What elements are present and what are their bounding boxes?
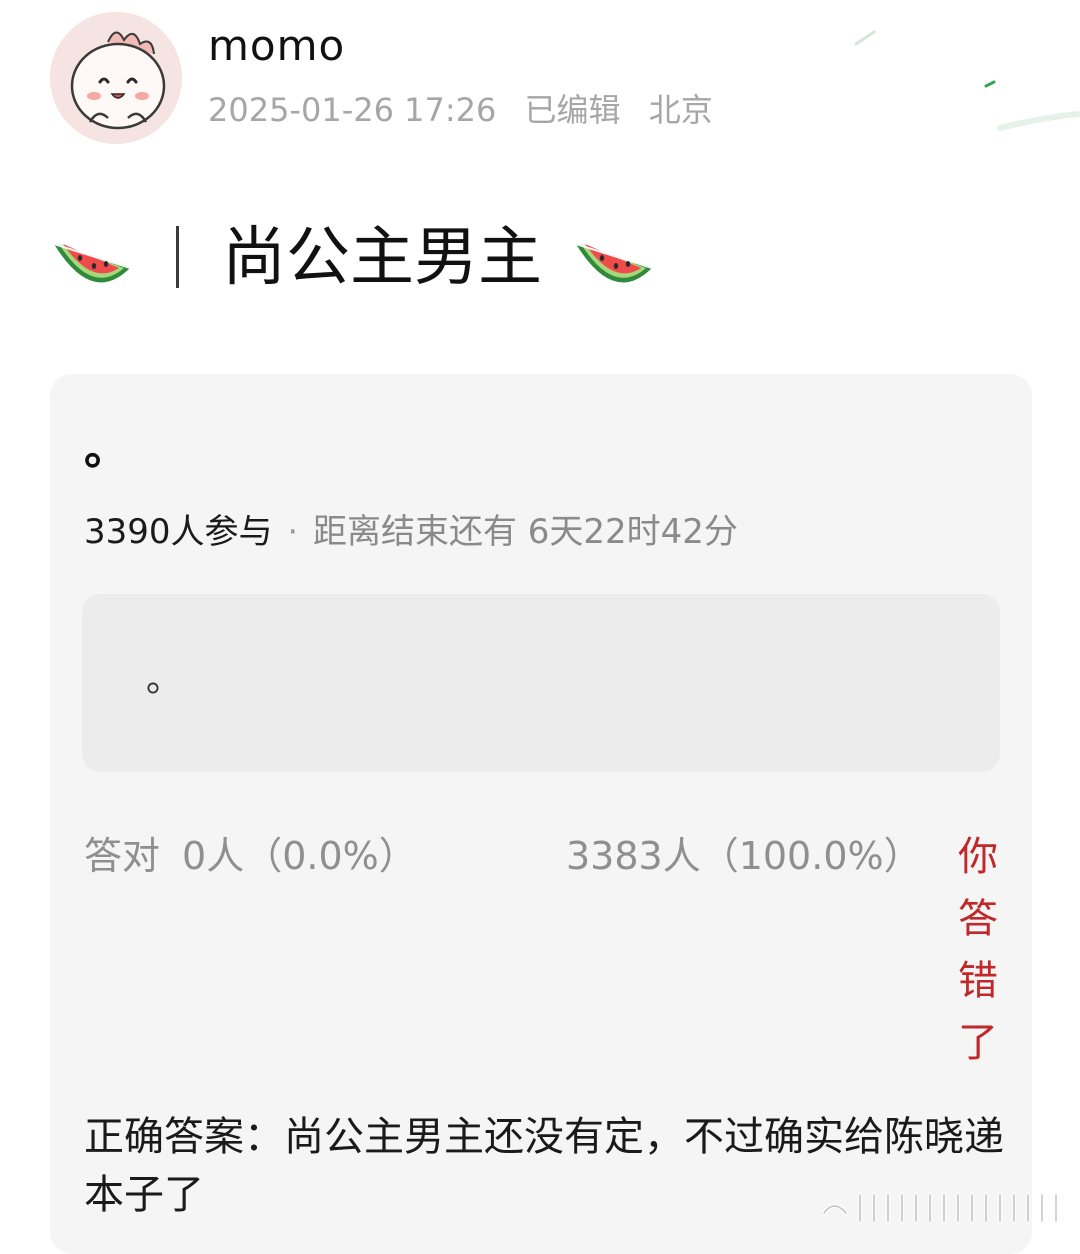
quiz-stats: 3390人参与 · 距离结束还有 6天22时42分 [84,506,738,558]
correct-result-value: 0人（0.0%） [182,834,417,878]
watermelon-icon [50,222,134,294]
author-avatar[interactable] [50,12,182,144]
stats-separator: · [287,512,299,552]
correct-result: 答对 0人（0.0%） [84,828,417,884]
quiz-card: 。 3390人参与 · 距离结束还有 6天22时42分 。 答对 0人（0.0%）… [50,374,1032,1254]
post-title: 尚公主男主 [222,221,542,295]
cartoon-dinosaur-avatar-icon [50,12,182,144]
post-location: 北京 [648,91,713,129]
post-meta: 2025-01-26 17:26 已编辑 北京 [208,86,713,134]
quiz-option[interactable]: 。 [82,594,1000,772]
watermelon-icon [572,222,656,294]
quiz-question: 。 [84,424,128,475]
participant-count: 3390人参与 [84,512,273,552]
decorative-streak [854,30,1080,131]
wrong-result-value: 3383人（100.0%） [566,834,922,878]
edited-label: 已编辑 [524,91,621,129]
author-name[interactable]: momo [208,18,345,74]
wrong-answer-label: 你答错了 [958,834,998,1066]
quiz-countdown: 距离结束还有 6天22时42分 [312,512,738,552]
correct-result-label: 答对 [84,834,161,878]
quiz-option-label: 。 [146,659,183,700]
post-title-row: 尚公主男主 [50,218,1030,302]
title-divider [176,226,179,288]
post-datetime: 2025-01-26 17:26 [208,91,497,129]
weibo-watermark-icon [816,1187,1066,1227]
